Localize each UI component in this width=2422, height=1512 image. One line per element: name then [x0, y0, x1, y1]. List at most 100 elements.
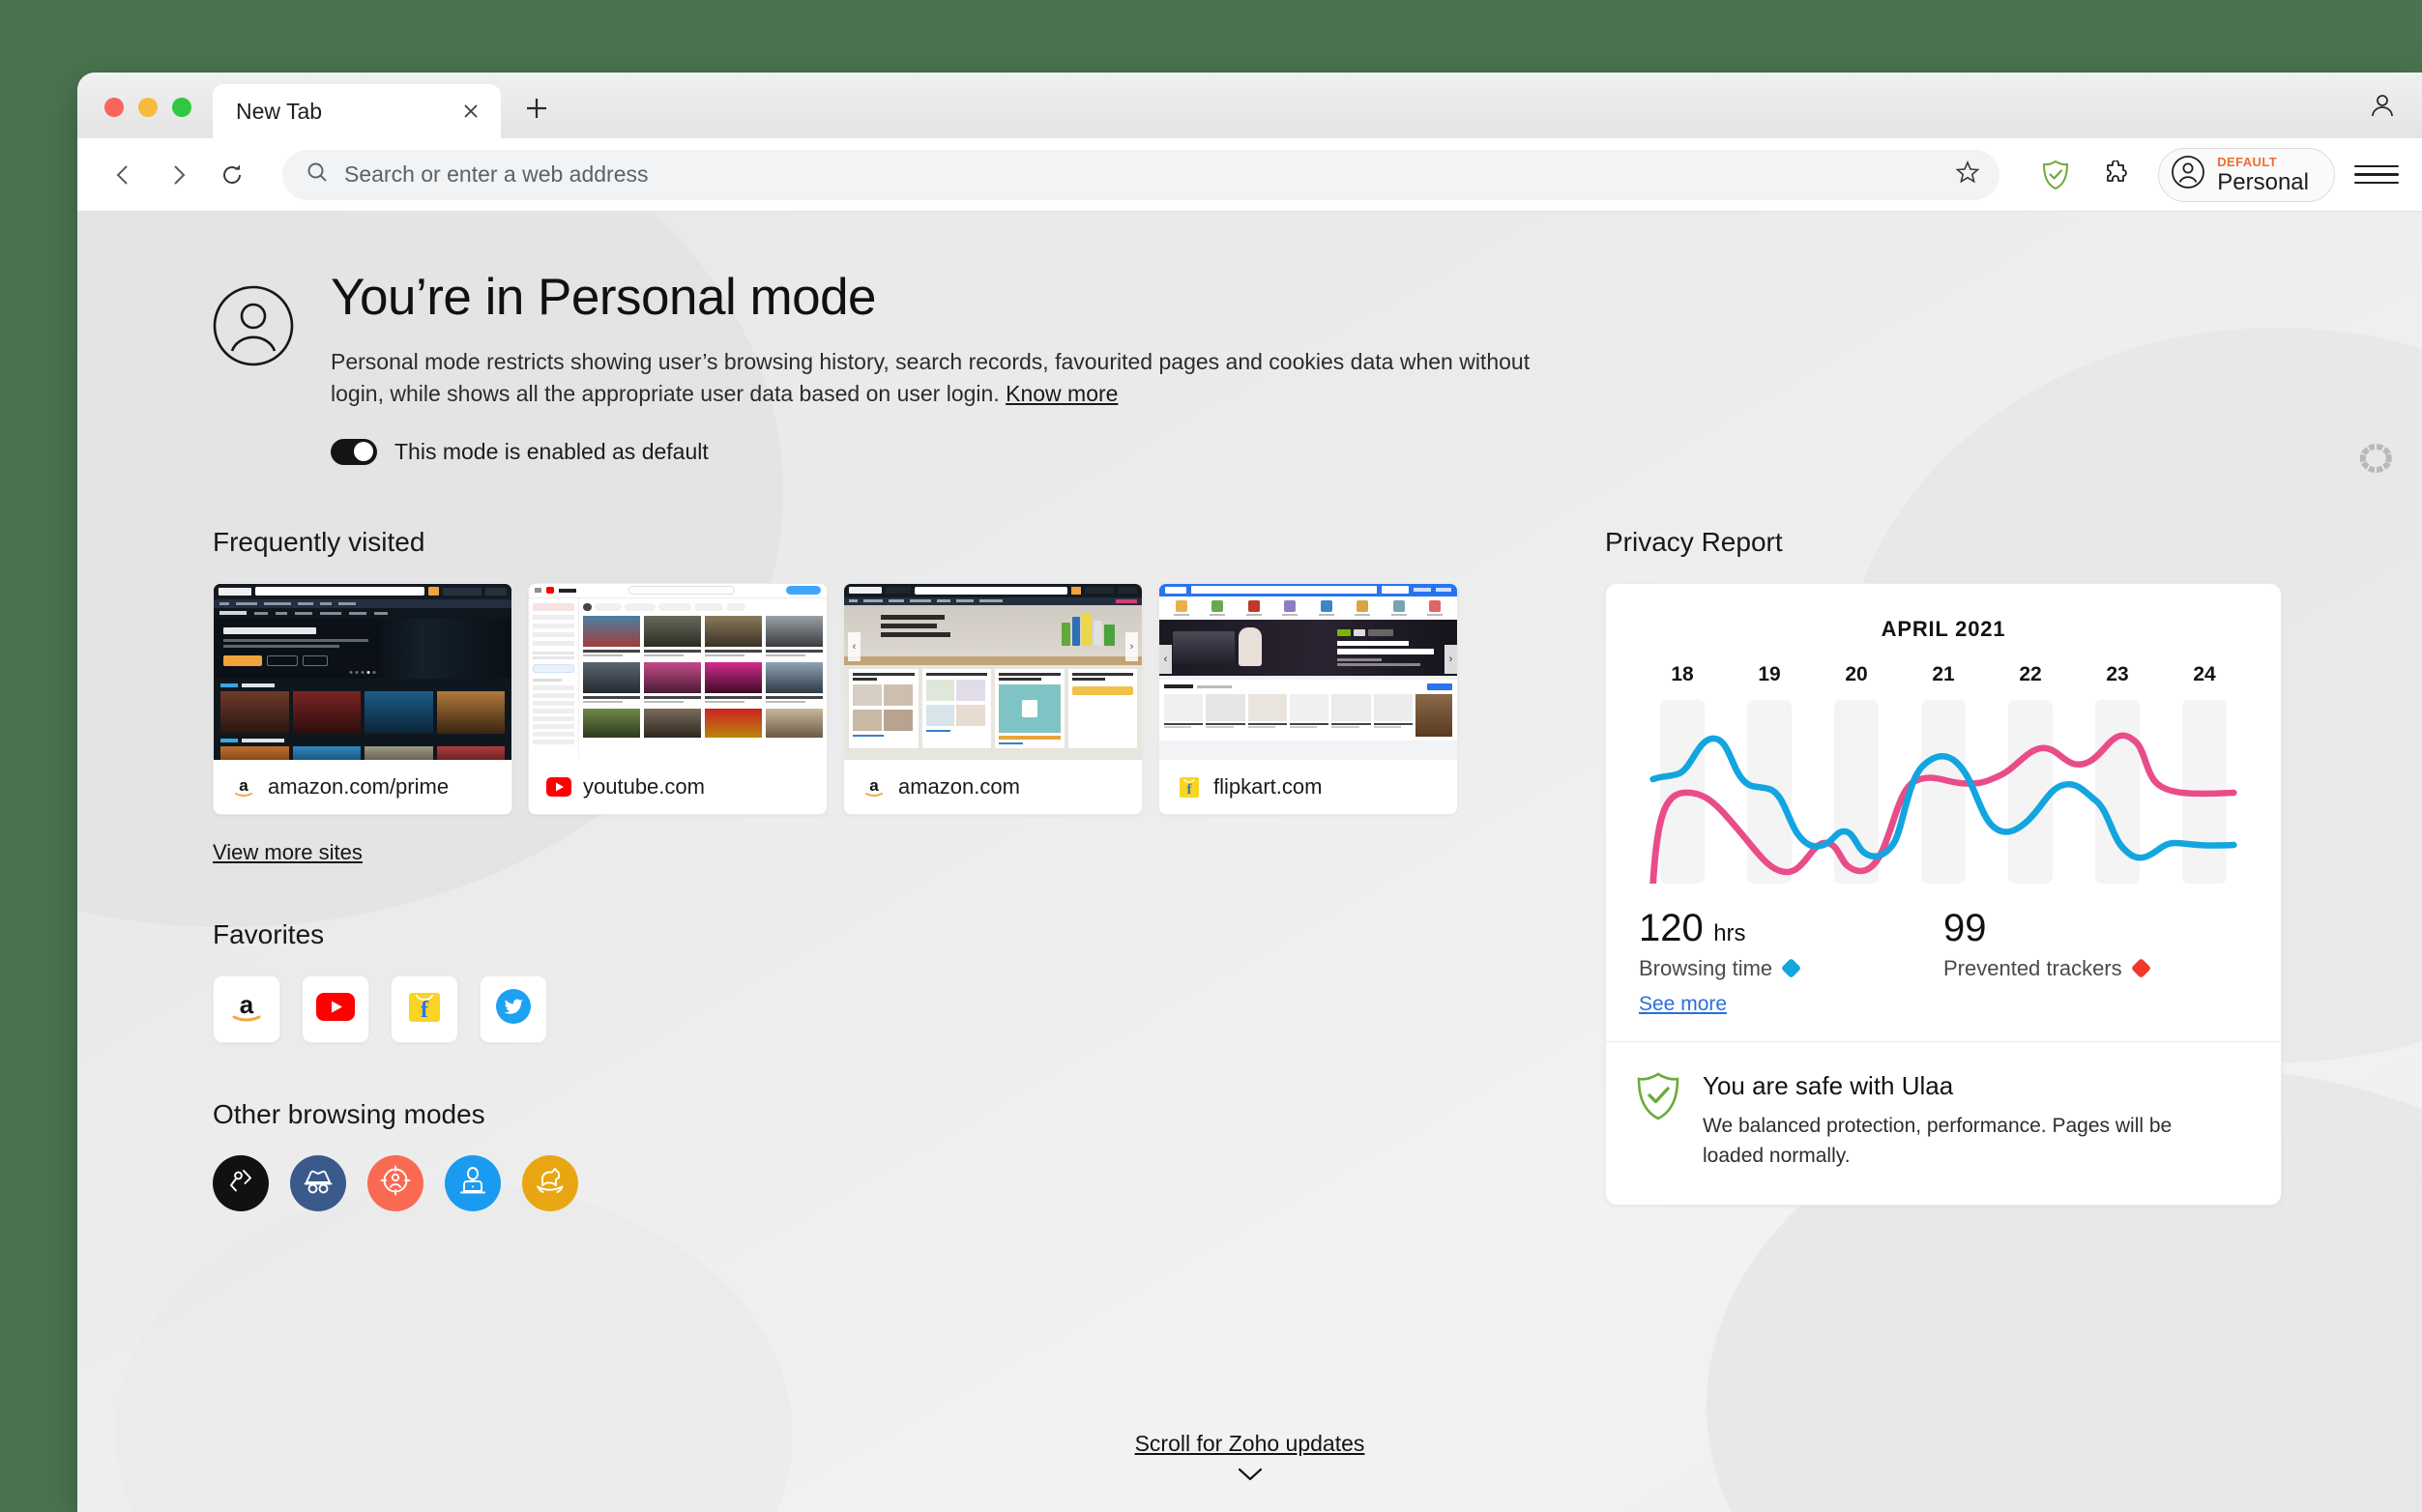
- puzzle-piece-icon[interactable]: [2090, 150, 2141, 200]
- chart-x-tick: 23: [2106, 662, 2129, 685]
- mode-kids[interactable]: [522, 1154, 578, 1211]
- close-window-button[interactable]: [104, 98, 124, 117]
- incognito-hat-icon: [302, 1166, 335, 1200]
- other-modes-row: [213, 1154, 1566, 1211]
- site-label: a amazon.com: [844, 760, 1142, 814]
- site-url: youtube.com: [583, 773, 705, 799]
- privacy-report-title: Privacy Report: [1605, 526, 1783, 557]
- privacy-report-card: APRIL 2021 18 19 20 21 22 23 24 120 hrs …: [1605, 582, 2282, 1206]
- favorite-twitter[interactable]: [480, 974, 547, 1043]
- site-url: amazon.com/prime: [268, 773, 450, 799]
- frequently-visited-card[interactable]: a amazon.com/prime: [213, 582, 512, 815]
- browser-toolbar: Search or enter a web address DEFAULT Pe…: [77, 138, 2422, 212]
- svg-text:a: a: [869, 776, 879, 795]
- chart-lines: [1649, 732, 2237, 884]
- profile-switcher-button[interactable]: DEFAULT Personal: [2158, 147, 2335, 202]
- close-icon[interactable]: [456, 97, 485, 126]
- privacy-report-top: APRIL 2021 18 19 20 21 22 23 24 120 hrs …: [1606, 584, 2281, 1041]
- browsing-time-unit: hrs: [1713, 919, 1746, 946]
- shield-check-icon[interactable]: [2030, 150, 2081, 200]
- chevron-left-icon[interactable]: [99, 150, 149, 200]
- svg-text:a: a: [240, 990, 254, 1019]
- chart-month-label: APRIL 2021: [1881, 616, 2006, 641]
- browsing-time-stat: 120 hrs Browsing time See more: [1639, 907, 1943, 1016]
- browsing-time-value: 120: [1639, 906, 1704, 949]
- page-body: Frequently visited a amazon.com/prime yo…: [213, 527, 2422, 1211]
- tab-title: New Tab: [236, 98, 323, 124]
- frequently-visited-card[interactable]: ‹ ›: [1158, 582, 1458, 815]
- chart-x-axis: 18 19 20 21 22 23 24: [1639, 663, 2248, 686]
- mode-developer[interactable]: [213, 1154, 269, 1211]
- privacy-report-section: Privacy Report APRIL 2021 18 19 20 21 22…: [1605, 527, 2282, 1211]
- default-mode-toggle-label: This mode is enabled as default: [394, 438, 709, 464]
- chevron-right-icon[interactable]: [153, 150, 203, 200]
- shield-check-green-icon: [1635, 1071, 1681, 1126]
- svg-text:a: a: [239, 776, 248, 795]
- safety-description: We balanced protection, performance. Pag…: [1703, 1114, 2173, 1168]
- code-person-icon: [225, 1165, 256, 1201]
- profile-badge: DEFAULT: [2217, 154, 2278, 169]
- site-thumbnail-amazon: ‹ ›: [844, 583, 1142, 760]
- chart-x-tick: 18: [1671, 662, 1694, 685]
- reload-icon[interactable]: [207, 150, 257, 200]
- tab-strip: New Tab: [77, 73, 2422, 138]
- zoom-window-button[interactable]: [172, 98, 191, 117]
- profile-name: Personal: [2217, 168, 2309, 195]
- see-more-link[interactable]: See more: [1639, 993, 1727, 1016]
- hamburger-icon[interactable]: [2354, 153, 2399, 197]
- left-column: Frequently visited a amazon.com/prime yo…: [213, 527, 1566, 1211]
- star-icon[interactable]: [1955, 160, 1980, 189]
- prevented-trackers-value: 99: [1943, 906, 1987, 949]
- prevented-trackers-legend-swatch: [2130, 958, 2151, 979]
- chart-x-tick: 24: [2193, 662, 2216, 685]
- rocking-horse-icon: [534, 1166, 567, 1200]
- chart-x-tick: 19: [1758, 662, 1781, 685]
- frequently-visited-card[interactable]: youtube.com: [528, 582, 828, 815]
- site-url: amazon.com: [898, 773, 1020, 799]
- frequently-visited-card[interactable]: ‹ ›: [843, 582, 1143, 815]
- site-thumbnail-prime-video: [214, 583, 511, 760]
- favorites-section: Favorites a f: [213, 919, 1566, 1043]
- browsing-time-label: Browsing time: [1639, 955, 1773, 980]
- svg-text:f: f: [421, 998, 429, 1023]
- favorite-youtube[interactable]: [302, 974, 369, 1043]
- browser-window: New Tab Search or enter a web address DE…: [77, 73, 2422, 1512]
- know-more-link[interactable]: Know more: [1006, 381, 1118, 406]
- other-modes-title: Other browsing modes: [213, 1098, 485, 1129]
- favorite-flipkart[interactable]: f: [391, 974, 458, 1043]
- flipkart-icon: f: [1177, 774, 1202, 800]
- default-mode-toggle-row: This mode is enabled as default: [331, 438, 1568, 465]
- page-footer: Scroll for Zoho updates: [77, 1431, 2422, 1487]
- amazon-icon: a: [228, 990, 265, 1028]
- default-mode-toggle[interactable]: [331, 438, 377, 465]
- search-input[interactable]: Search or enter a web address: [282, 149, 2000, 200]
- mode-description: Personal mode restricts showing user’s b…: [331, 346, 1568, 410]
- person-laptop-icon: [457, 1165, 488, 1201]
- person-icon[interactable]: [2368, 91, 2397, 125]
- browsing-time-legend-swatch: [1781, 958, 1802, 979]
- mode-work[interactable]: [445, 1154, 501, 1211]
- window-traffic-lights: [77, 98, 213, 138]
- favorites-row: a f: [213, 974, 1566, 1043]
- mode-description-text: Personal mode restricts showing user’s b…: [331, 349, 1531, 406]
- person-circle-large-icon: [213, 285, 294, 371]
- chevron-down-icon[interactable]: [77, 1467, 2422, 1487]
- chart-x-tick: 21: [1932, 662, 1955, 685]
- desktop-background: New Tab Search or enter a web address DE…: [0, 0, 2422, 1512]
- flipkart-icon: f: [408, 989, 441, 1029]
- amazon-icon: a: [231, 774, 256, 800]
- minimize-window-button[interactable]: [138, 98, 158, 117]
- favorite-amazon[interactable]: a: [213, 974, 280, 1043]
- frequently-visited-title: Frequently visited: [213, 526, 425, 557]
- youtube-icon: [546, 774, 571, 800]
- view-more-sites-link[interactable]: View more sites: [213, 840, 363, 865]
- mode-focus[interactable]: [367, 1154, 423, 1211]
- mode-incognito[interactable]: [290, 1154, 346, 1211]
- twitter-icon: [495, 988, 532, 1030]
- browser-tab[interactable]: New Tab: [213, 84, 501, 138]
- target-person-icon: [379, 1164, 412, 1202]
- plus-icon[interactable]: [514, 86, 559, 131]
- scroll-updates-link[interactable]: Scroll for Zoho updates: [1135, 1431, 1365, 1456]
- page-content: You’re in Personal mode Personal mode re…: [77, 212, 2422, 1211]
- new-tab-page: You’re in Personal mode Personal mode re…: [77, 212, 2422, 1512]
